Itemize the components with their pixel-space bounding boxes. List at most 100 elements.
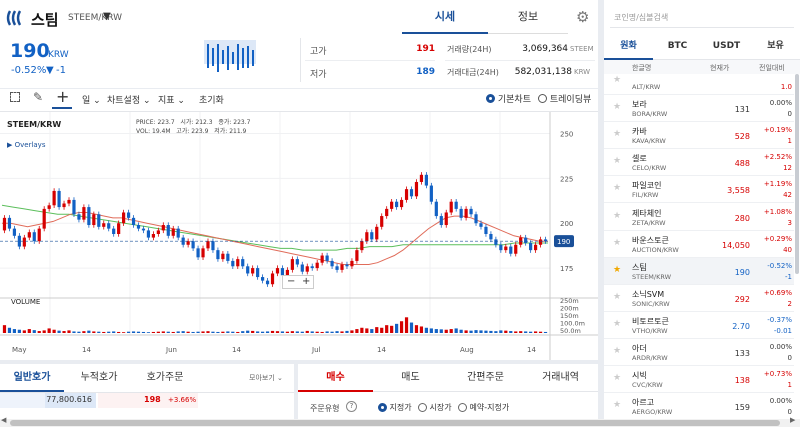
market-row[interactable]: ★ 바운스토큰 AUCTION/KRW 14,050 +0.29% 40 xyxy=(604,231,794,258)
market-row[interactable]: ★ 파일코인 FIL/KRW 3,558 +1.19% 42 xyxy=(604,176,794,204)
coin-name: 카바 xyxy=(632,127,647,137)
orderbook-row[interactable]: 77,800.616 198 +3.66% xyxy=(0,393,294,408)
volume-bar xyxy=(489,330,493,333)
candle-body xyxy=(504,246,508,251)
market-list-header: 한글명 현재가 전일대비 xyxy=(604,60,800,74)
market-row[interactable]: ★ ALT/KRW 1.0 xyxy=(604,74,794,95)
tab-trade-history[interactable]: 거래내역 xyxy=(523,364,598,392)
coin-change-amt: 1 xyxy=(787,137,792,146)
help-icon[interactable]: ? xyxy=(346,401,357,412)
chart-settings-button[interactable]: 차트설정 ⌄ xyxy=(107,93,151,106)
favorite-star-icon[interactable]: ★ xyxy=(613,156,621,166)
favorite-star-icon[interactable]: ★ xyxy=(613,211,621,221)
tab-simple-order[interactable]: 간편주문 xyxy=(448,364,523,392)
favorite-star-icon[interactable]: ★ xyxy=(613,346,621,356)
radio-checked-icon xyxy=(486,94,495,103)
market-row[interactable]: ★ 제타체인 ZETA/KRW 280 +1.08% 3 xyxy=(604,204,794,231)
market-row[interactable]: ★ 아르고 AERGO/KRW 159 0.00% 0 xyxy=(604,393,794,421)
market-row[interactable]: ★ 카바 KAVA/KRW 528 +0.19% 1 xyxy=(604,122,794,150)
volume-tick-label: 50.0m xyxy=(560,327,581,335)
tab-info[interactable]: 정보 xyxy=(488,0,568,34)
indicators-button[interactable]: 지표 ⌄ xyxy=(158,93,185,106)
candle-body xyxy=(370,232,374,240)
stop-limit-order-radio[interactable]: 예약-지정가 xyxy=(458,402,509,413)
volume-label: 거래량(24H) xyxy=(447,45,492,54)
market-row[interactable]: ★ 스팀 STEEM/KRW 190 -0.52% -1 xyxy=(604,257,794,285)
market-row[interactable]: ★ 비토르토큰 VTHO/KRW 2.70 -0.37% -0.01 xyxy=(604,312,794,339)
favorite-star-icon[interactable]: ★ xyxy=(613,400,621,410)
volume-bar xyxy=(112,331,116,333)
candle-body xyxy=(117,223,121,234)
settings-gear-icon[interactable]: ⚙ xyxy=(576,8,589,26)
volume-value: 3,069,364 xyxy=(522,44,568,54)
tab-btc[interactable]: BTC xyxy=(653,34,702,60)
candle-body xyxy=(325,255,329,261)
crosshair-icon[interactable]: + xyxy=(56,87,69,106)
candle-body xyxy=(444,212,448,226)
volume-bar xyxy=(360,327,364,333)
scroll-left-icon[interactable]: ◀ xyxy=(1,416,6,424)
tab-orderbook-cumulative[interactable]: 누적호가 xyxy=(66,364,132,392)
price-chart[interactable]: 250225200175190250m200m150m100.0m50.0mMa… xyxy=(0,112,598,360)
favorite-star-icon[interactable]: ★ xyxy=(613,129,621,139)
favorite-star-icon[interactable]: ★ xyxy=(613,292,621,302)
tab-buy[interactable]: 매수 xyxy=(298,364,373,392)
coin-symbol: AUCTION/KRW xyxy=(632,245,679,254)
group-view-select[interactable]: 모아보기 ⌄ xyxy=(249,373,283,383)
market-row[interactable]: ★ 시빅 CVC/KRW 138 +0.73% 1 xyxy=(604,366,794,394)
volume-bar xyxy=(126,331,131,333)
interval-select[interactable]: 일 ⌄ xyxy=(82,93,101,106)
favorite-star-icon[interactable]: ★ xyxy=(613,102,621,112)
volume-bar xyxy=(12,329,17,333)
candle-body xyxy=(380,216,384,227)
favorite-star-icon[interactable]: ★ xyxy=(613,75,621,85)
basic-chart-radio[interactable]: 기본차트 xyxy=(486,92,531,105)
coin-name: 스팀 xyxy=(31,11,59,29)
volume-bar xyxy=(176,331,180,333)
favorite-star-icon[interactable]: ★ xyxy=(613,265,621,275)
tab-sell[interactable]: 매도 xyxy=(373,364,448,392)
header-name[interactable]: 한글명 xyxy=(632,63,651,73)
favorite-star-icon[interactable]: ★ xyxy=(613,238,621,248)
tab-quote[interactable]: 시세 xyxy=(402,0,488,34)
market-order-radio[interactable]: 시장가 xyxy=(418,402,452,413)
tab-orderbook-order[interactable]: 호가주문 xyxy=(132,364,198,392)
tab-holdings[interactable]: 보유 xyxy=(751,34,800,60)
zoom-in-button[interactable]: + xyxy=(302,276,310,288)
tradingview-radio[interactable]: 트레이딩뷰 xyxy=(538,92,591,105)
market-row[interactable]: ★ 아더 ARDR/KRW 133 0.00% 0 xyxy=(604,339,794,366)
candle-body xyxy=(275,268,280,274)
scroll-right-icon[interactable]: ▶ xyxy=(790,416,795,424)
coin-dropdown-icon[interactable]: ▼ xyxy=(103,11,111,22)
coin-symbol: KAVA/KRW xyxy=(632,137,666,146)
overlays-toggle[interactable]: ▶ Overlays xyxy=(7,141,45,149)
zoom-out-button[interactable]: − xyxy=(287,276,295,288)
market-scrollbar[interactable] xyxy=(795,74,799,274)
header-change[interactable]: 전일대비 xyxy=(759,63,785,73)
horizontal-scrollbar[interactable]: ◀ ▶ xyxy=(0,416,800,427)
favorite-star-icon[interactable]: ★ xyxy=(613,183,621,193)
order-panel: 매수 매도 간편주문 거래내역 주문유형 ? 지정가 시장가 예약-지정가 xyxy=(298,364,598,427)
coin-search-input[interactable]: 코인명/심볼검색 xyxy=(610,8,794,28)
coin-price: 528 xyxy=(734,132,750,142)
market-row[interactable]: ★ 소닉SVM SONIC/KRW 292 +0.69% 2 xyxy=(604,285,794,312)
tab-krw[interactable]: 원화 xyxy=(604,34,653,60)
volume-bar xyxy=(251,330,255,333)
favorite-star-icon[interactable]: ★ xyxy=(613,373,621,383)
volume-bar xyxy=(102,331,106,333)
header-price[interactable]: 현재가 xyxy=(710,63,729,73)
volume-bar xyxy=(479,330,483,333)
tab-usdt[interactable]: USDT xyxy=(702,34,751,60)
coin-name: 스팀 xyxy=(632,262,647,272)
scrollbar-thumb[interactable] xyxy=(10,420,780,426)
fullscreen-icon[interactable] xyxy=(10,92,20,102)
reset-button[interactable]: 초기화 xyxy=(199,93,224,106)
limit-order-radio[interactable]: 지정가 xyxy=(378,402,412,413)
tab-orderbook-general[interactable]: 일반호가 xyxy=(0,364,64,392)
pencil-icon[interactable]: ✎ xyxy=(33,90,43,104)
coin-name: 파일코인 xyxy=(632,181,662,191)
coin-header: 스팀 STEEM/KRW ▼ 190 KRW -0.52% ▼ -1 고가 19… xyxy=(0,0,598,88)
market-row[interactable]: ★ 보라 BORA/KRW 131 0.00% 0 xyxy=(604,95,794,123)
market-row[interactable]: ★ 셀로 CELO/KRW 488 +2.52% 12 xyxy=(604,149,794,177)
favorite-star-icon[interactable]: ★ xyxy=(613,319,621,329)
